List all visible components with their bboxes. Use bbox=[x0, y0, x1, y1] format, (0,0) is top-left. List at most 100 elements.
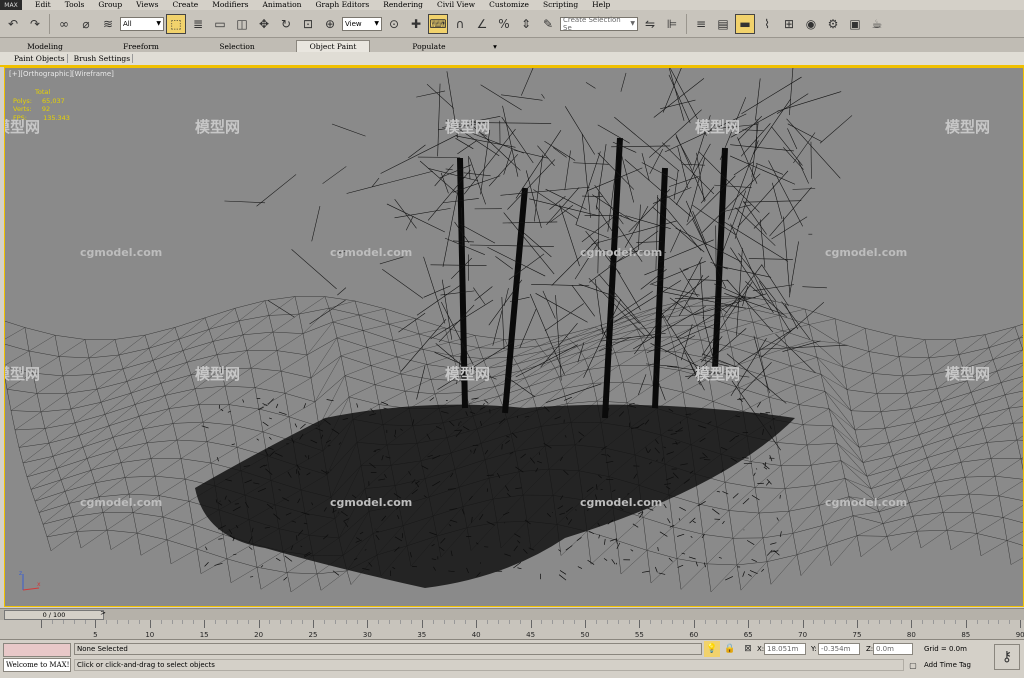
frame-tick-label: 55 bbox=[634, 631, 644, 639]
frame-tick-mark bbox=[748, 620, 750, 628]
frame-tick-mark bbox=[1020, 620, 1022, 628]
isolate-selection-icon[interactable]: 💡 bbox=[704, 641, 720, 657]
frame-minor-tick bbox=[628, 620, 630, 624]
percent-snap-icon[interactable]: % bbox=[494, 14, 514, 34]
watermark-text: cgmodel.com bbox=[825, 246, 908, 259]
edit-named-selection-icon[interactable]: ✎ bbox=[538, 14, 558, 34]
rendered-frame-icon[interactable]: ▣ bbox=[845, 14, 865, 34]
watermark-text: cgmodel.com bbox=[580, 246, 663, 259]
maxscript-mini-listener[interactable]: Welcome to MAX! bbox=[3, 658, 71, 672]
keyboard-shortcut-icon[interactable]: ⌨ bbox=[428, 13, 448, 34]
next-frame-arrow[interactable]: > bbox=[98, 609, 108, 620]
render-production-icon[interactable]: ☕ bbox=[867, 14, 887, 34]
spinner-snap-icon[interactable]: ⇕ bbox=[516, 14, 536, 34]
set-key-icon[interactable]: ⚷ bbox=[994, 644, 1020, 670]
rectangle-region-icon[interactable]: ▭ bbox=[210, 14, 230, 34]
menu-item-views[interactable]: Views bbox=[129, 0, 165, 10]
scene-explorer-icon[interactable]: ▤ bbox=[713, 14, 733, 34]
ribbon-panel-paint-objects[interactable]: Paint Objects bbox=[12, 54, 68, 63]
frame-minor-tick bbox=[356, 620, 358, 624]
frame-tick-label: 80 bbox=[906, 631, 916, 639]
bind-spacewarp-icon[interactable]: ≋ bbox=[98, 14, 118, 34]
frame-minor-tick bbox=[595, 620, 597, 624]
frame-minor-tick bbox=[443, 620, 445, 624]
material-editor-icon[interactable]: ◉ bbox=[801, 14, 821, 34]
reference-coordinate-dropdown[interactable]: View ▼ bbox=[342, 16, 382, 31]
menu-item-edit[interactable]: Edit bbox=[28, 0, 58, 10]
frame-tick-mark bbox=[802, 620, 804, 628]
menu-item-scripting[interactable]: Scripting bbox=[536, 0, 585, 10]
absolute-mode-icon[interactable]: ⊠ bbox=[740, 641, 756, 657]
watermark-logo: 模型网 bbox=[695, 118, 741, 136]
watermark-layer: 模型网模型网模型网模型网模型网模型网模型网模型网模型网模型网cgmodel.co… bbox=[5, 68, 1023, 606]
ribbon-panel: Paint Objects Brush Settings bbox=[0, 52, 1024, 65]
angle-snap-icon[interactable]: ∠ bbox=[472, 14, 492, 34]
render-setup-icon[interactable]: ⚙ bbox=[823, 14, 843, 34]
align-icon[interactable]: ⊫ bbox=[662, 14, 682, 34]
frame-minor-tick bbox=[487, 620, 489, 624]
layer-manager-icon[interactable]: ≡ bbox=[691, 14, 711, 34]
graphite-ribbon-icon[interactable]: ▬ bbox=[735, 13, 755, 34]
ribbon-tab-modeling[interactable]: Modeling bbox=[8, 40, 82, 52]
menu-item-civil-view[interactable]: Civil View bbox=[430, 0, 482, 10]
frame-minor-tick bbox=[160, 620, 162, 624]
menu-item-group[interactable]: Group bbox=[91, 0, 129, 10]
ribbon-panel-brush-settings[interactable]: Brush Settings bbox=[72, 54, 134, 63]
ribbon-options-icon[interactable]: ▾ bbox=[488, 40, 502, 52]
select-object-icon[interactable]: ⬚ bbox=[166, 13, 186, 34]
app-menu-button[interactable]: MAX bbox=[0, 0, 22, 10]
select-by-name-icon[interactable]: ≣ bbox=[188, 14, 208, 34]
mirror-icon[interactable]: ⇋ bbox=[640, 14, 660, 34]
lock-selection-icon[interactable]: 🔒 bbox=[722, 641, 738, 657]
frame-minor-tick bbox=[987, 620, 989, 624]
curve-editor-icon[interactable]: ⌇ bbox=[757, 14, 777, 34]
select-scale-icon[interactable]: ⊡ bbox=[298, 14, 318, 34]
menu-item-modifiers[interactable]: Modifiers bbox=[205, 0, 255, 10]
ribbon-tab-populate[interactable]: Populate bbox=[392, 40, 466, 52]
snaps-toggle-icon[interactable]: ∩ bbox=[450, 14, 470, 34]
menu-item-tools[interactable]: Tools bbox=[58, 0, 92, 10]
frame-minor-tick bbox=[182, 620, 184, 624]
use-pivot-icon[interactable]: ⊙ bbox=[384, 14, 404, 34]
frame-minor-tick bbox=[617, 620, 619, 624]
frame-tick-mark bbox=[639, 620, 641, 628]
ribbon-tab-freeform[interactable]: Freeform bbox=[104, 40, 178, 52]
frame-tick-label: 70 bbox=[798, 631, 808, 639]
viewport-orthographic[interactable]: [+][Orthographic][Wireframe] Total Polys… bbox=[4, 67, 1024, 607]
menu-item-animation[interactable]: Animation bbox=[256, 0, 309, 10]
svg-text:z: z bbox=[19, 570, 22, 577]
menu-item-create[interactable]: Create bbox=[166, 0, 206, 10]
y-coordinate-field[interactable]: -0.354m bbox=[818, 643, 860, 655]
redo-icon[interactable]: ↷ bbox=[25, 14, 45, 34]
select-move-icon[interactable]: ✥ bbox=[254, 14, 274, 34]
undo-icon[interactable]: ↶ bbox=[3, 14, 23, 34]
link-icon[interactable]: ∞ bbox=[54, 14, 74, 34]
named-selection-set-dropdown[interactable]: Create Selection Se ▼ bbox=[560, 16, 638, 32]
time-slider-thumb[interactable]: 0 / 100 bbox=[4, 610, 104, 620]
menu-item-graph-editors[interactable]: Graph Editors bbox=[309, 0, 377, 10]
frame-tick-label: 90 bbox=[1015, 631, 1024, 639]
ribbon-tab-selection[interactable]: Selection bbox=[200, 40, 274, 52]
menu-item-customize[interactable]: Customize bbox=[482, 0, 536, 10]
window-crossing-icon[interactable]: ◫ bbox=[232, 14, 252, 34]
add-time-tag-button[interactable]: Add Time Tag bbox=[922, 659, 990, 671]
schematic-view-icon[interactable]: ⊞ bbox=[779, 14, 799, 34]
menu-item-rendering[interactable]: Rendering bbox=[376, 0, 430, 10]
select-rotate-icon[interactable]: ↻ bbox=[276, 14, 296, 34]
frame-minor-tick bbox=[236, 620, 238, 624]
z-coordinate-field[interactable]: 0.0m bbox=[873, 643, 913, 655]
track-bar[interactable]: 5 10 15 20 25 30 35 40 45 50 55 60 65 70 75 80 85 90 bbox=[0, 620, 1024, 640]
maxscript-mini-listener-top[interactable] bbox=[3, 643, 71, 657]
frame-minor-tick bbox=[302, 620, 304, 624]
time-tag-icon[interactable]: ▢ bbox=[906, 659, 920, 672]
frame-minor-tick bbox=[280, 620, 282, 624]
select-manipulate-icon[interactable]: ✚ bbox=[406, 14, 426, 34]
frame-minor-tick bbox=[944, 620, 946, 624]
x-coordinate-field[interactable]: 18.051m bbox=[764, 643, 806, 655]
ribbon-tab-object-paint[interactable]: Object Paint bbox=[296, 40, 370, 52]
unlink-icon[interactable]: ⌀ bbox=[76, 14, 96, 34]
menu-item-help[interactable]: Help bbox=[585, 0, 617, 10]
frame-minor-tick bbox=[813, 620, 815, 624]
reference-coordinate-icon[interactable]: ⊕ bbox=[320, 14, 340, 34]
selection-filter-dropdown[interactable]: All ▼ bbox=[120, 16, 164, 31]
